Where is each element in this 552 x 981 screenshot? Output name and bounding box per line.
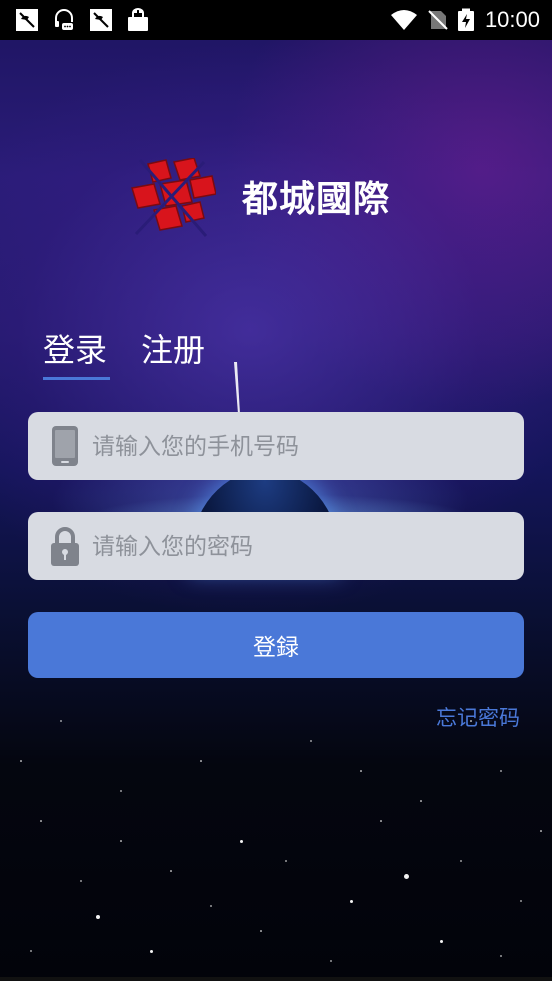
star [330, 960, 332, 962]
background-light-streak [234, 362, 240, 414]
star [360, 770, 362, 772]
brand-name: 都城國際 [242, 179, 391, 220]
star [96, 915, 100, 919]
star [540, 830, 542, 832]
tab-login[interactable]: 登录 [43, 325, 107, 371]
status-bar: 10:00 [0, 0, 552, 40]
star [380, 820, 382, 822]
star [30, 950, 32, 952]
mobile-phone-icon [52, 426, 78, 466]
wifi-icon [391, 10, 417, 30]
muted-phone-icon [90, 9, 112, 31]
tab-register[interactable]: 注册 [141, 325, 205, 371]
bottom-edge [0, 977, 552, 981]
star [40, 820, 42, 822]
star [350, 900, 353, 903]
password-field[interactable] [28, 512, 524, 582]
forgot-password-link[interactable]: 忘记密码 [436, 702, 520, 732]
star [240, 840, 243, 843]
login-button[interactable]: 登録 [28, 612, 524, 678]
password-input[interactable] [90, 512, 514, 582]
star [20, 760, 22, 762]
star [500, 955, 502, 957]
no-sim-icon [428, 10, 448, 30]
star [500, 770, 502, 772]
battery-charging-icon [458, 8, 474, 31]
star [440, 940, 443, 943]
status-time: 10:00 [484, 7, 540, 32]
phone-input[interactable] [90, 412, 514, 482]
star [210, 905, 212, 907]
brand-logo-icon [131, 158, 216, 237]
lock-icon [51, 527, 79, 566]
headset-chat-icon [55, 9, 73, 30]
star [170, 870, 172, 872]
star [150, 950, 153, 953]
star [404, 874, 409, 879]
star [310, 740, 312, 742]
star [520, 900, 522, 902]
star [285, 860, 287, 862]
active-tab-indicator [43, 377, 110, 380]
muted-phone-icon [16, 9, 38, 31]
star [120, 840, 122, 842]
star [420, 800, 422, 802]
shopping-bag-icon [128, 8, 148, 31]
star [460, 860, 462, 862]
star [260, 930, 262, 932]
star [80, 880, 82, 882]
star [120, 790, 122, 792]
login-screen: 10:00 都城國際 登录 注册 请输入您的手机号码 登録 忘记密码 [0, 0, 552, 981]
phone-field[interactable] [28, 412, 524, 482]
star [60, 720, 62, 722]
star [200, 760, 202, 762]
